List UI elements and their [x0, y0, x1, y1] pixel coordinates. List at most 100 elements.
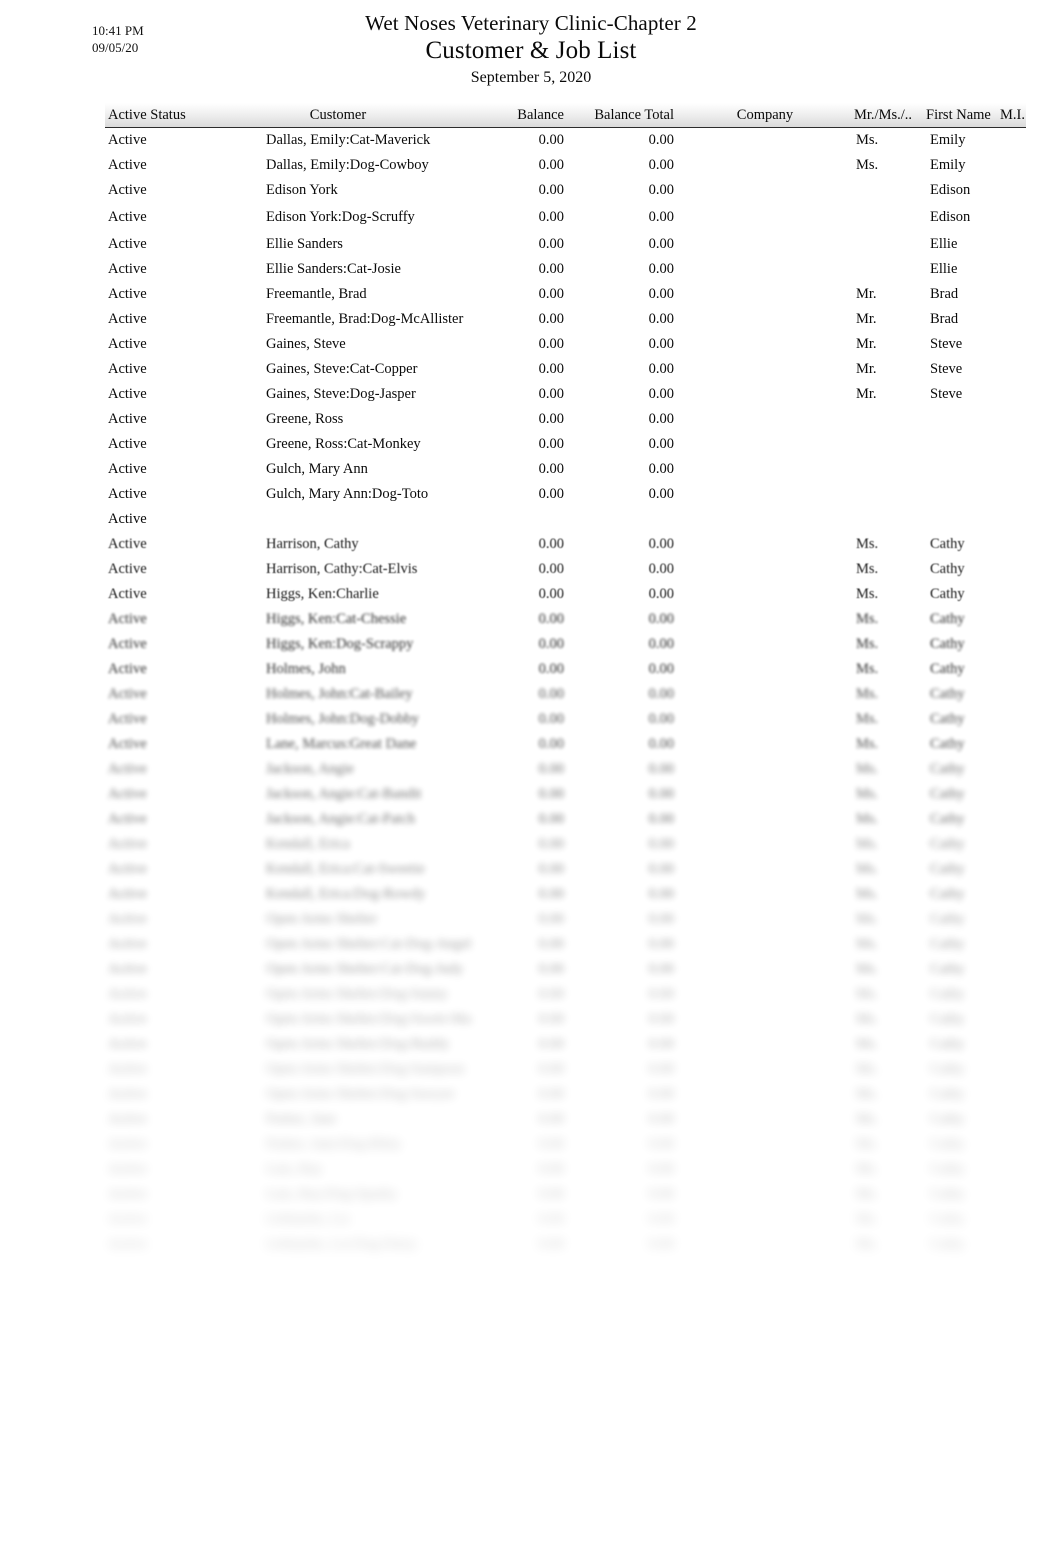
table-row[interactable]: Active Freemantle, Brad 0.00 0.00 Mr. Brad — [105, 282, 1026, 307]
cell-mi — [992, 1057, 1026, 1082]
cell-customer: Luis, Ray — [266, 1161, 323, 1177]
cell-customer: Harrison, Cathy:Cat-Elvis — [266, 561, 418, 577]
cell-title: Mr. — [856, 286, 877, 302]
cell-first: Cathy — [930, 1211, 965, 1227]
column-header-first-name[interactable]: First Name — [912, 103, 992, 128]
table-row[interactable]: Active Dallas, Emily:Dog-Cowboy 0.00 0.00 Ms… — [105, 153, 1026, 178]
cell-first: Cathy — [930, 611, 965, 627]
table-row[interactable]: Active Holmes, John:Dog-Dobby 0.00 0.00 Ms. C… — [105, 707, 1026, 732]
table-row[interactable]: Active Ellie Sanders:Cat-Josie 0.00 0.00 Ell… — [105, 257, 1026, 282]
table-row[interactable]: Active Parker, Jane 0.00 0.00 Ms. Cathy — [105, 1107, 1026, 1132]
cell-company — [690, 807, 840, 832]
table-row[interactable]: Active Open Arms Shelter 0.00 0.00 Ms. Cathy — [105, 907, 1026, 932]
cell-customer: Holmes, John:Dog-Dobby — [266, 711, 420, 727]
cell-customer: Greene, Ross — [266, 411, 344, 427]
table-row[interactable]: Active Open Arms Shelter:Dog-Buddy 0.00 0.0… — [105, 1032, 1026, 1057]
column-header-active-status[interactable]: Active Status — [105, 103, 204, 128]
cell-status: Active — [108, 486, 147, 502]
cell-title: Ms. — [856, 561, 879, 577]
cell-title — [840, 482, 912, 507]
table-row[interactable]: Active Greene, Ross:Cat-Monkey 0.00 0.00 — [105, 432, 1026, 457]
cell-baltotal: 0.00 — [648, 586, 674, 602]
cell-baltotal: 0.00 — [648, 661, 674, 677]
cell-mi — [992, 657, 1026, 682]
cell-title: Ms. — [856, 661, 879, 677]
table-row[interactable]: Active Gaines, Steve:Cat-Copper 0.00 0.00 Mr… — [105, 357, 1026, 382]
table-row[interactable]: Active Gaines, Steve 0.00 0.00 Mr. Steve — [105, 332, 1026, 357]
column-header-balance-total[interactable]: Balance Total — [570, 103, 690, 128]
column-header-middle-initial[interactable]: M.I. — [992, 103, 1026, 128]
cell-baltotal: 0.00 — [648, 209, 674, 225]
table-row[interactable]: Active — [105, 507, 1026, 532]
table-row[interactable]: Active Lane, Marcus:Great Dane 0.00 0.00 Ms.… — [105, 732, 1026, 757]
cell-mi — [992, 382, 1026, 407]
cell-company — [690, 1232, 840, 1257]
table-row[interactable]: Active Gulch, Mary Ann:Dog-Toto 0.00 0.00 — [105, 482, 1026, 507]
cell-baltotal: 0.00 — [648, 786, 674, 802]
cell-first: Cathy — [930, 1061, 965, 1077]
table-row[interactable]: Active Kendall, Erica 0.00 0.00 Ms. Cathy — [105, 832, 1026, 857]
cell-customer: Dallas, Emily:Dog-Cowboy — [266, 157, 429, 173]
table-row[interactable]: Active Harrison, Cathy 0.00 0.00 Ms. Cathy — [105, 532, 1026, 557]
cell-balance: 0.00 — [538, 336, 564, 352]
cell-baltotal: 0.00 — [648, 761, 674, 777]
table-row[interactable]: Active Edison York 0.00 0.00 Edison — [105, 178, 1026, 203]
table-row[interactable]: Active Kendall, Erica:Dog-Rowdy 0.00 0.00 Ms… — [105, 882, 1026, 907]
column-header-salutation[interactable]: Mr./Ms./... — [840, 103, 912, 128]
table-row[interactable]: Active Open Arms Shelter:Dog-Sampson 0.00 0… — [105, 1057, 1026, 1082]
table-row[interactable]: Active Open Arms Shelter:Cat-Dog-Judy 0.00… — [105, 957, 1026, 982]
cell-title: Ms. — [856, 761, 879, 777]
cell-baltotal: 0.00 — [648, 361, 674, 377]
table-row[interactable]: Active Jackson, Angie 0.00 0.00 Ms. Cathy — [105, 757, 1026, 782]
table-row[interactable]: Active Higgs, Ken:Charlie 0.00 0.00 Ms. Cathy — [105, 582, 1026, 607]
table-row[interactable]: Active Parker, Jane:Dog-Riley 0.00 0.00 Ms. C… — [105, 1132, 1026, 1157]
table-row[interactable]: Active Luis, Ray 0.00 0.00 Ms. Cathy — [105, 1157, 1026, 1182]
cell-status: Active — [108, 536, 147, 552]
table-row[interactable]: Active Freemantle, Brad:Dog-McAllister 0.0… — [105, 307, 1026, 332]
cell-first: Cathy — [930, 1136, 965, 1152]
cell-status: Active — [108, 1011, 147, 1027]
table-row[interactable]: Active Higgs, Ken:Cat-Chessie 0.00 0.00 Ms. C… — [105, 607, 1026, 632]
cell-company — [690, 782, 840, 807]
cell-balance: 0.00 — [538, 261, 564, 277]
table-row[interactable]: Active Open Arms Shelter:Cat-Dog-Angel 0.0… — [105, 932, 1026, 957]
cell-company — [690, 532, 840, 557]
table-row[interactable]: Active Dallas, Emily:Cat-Maverick 0.00 0.00… — [105, 128, 1026, 154]
table-row[interactable]: Active Luis, Ray:Dog-Sparky 0.00 0.00 Ms. Cat… — [105, 1182, 1026, 1207]
table-header-row: Active Status Customer Balance Balance T… — [105, 103, 1026, 128]
column-header-company[interactable]: Company — [690, 103, 840, 128]
table-row[interactable]: Active Higgs, Ken:Dog-Scrappy 0.00 0.00 Ms. C… — [105, 632, 1026, 657]
table-row[interactable]: Active Gulch, Mary Ann 0.00 0.00 — [105, 457, 1026, 482]
cell-customer: Parker, Jane:Dog-Riley — [266, 1136, 402, 1152]
table-row[interactable]: Active Greene, Ross 0.00 0.00 — [105, 407, 1026, 432]
table-row[interactable]: Active Jackson, Angie:Cat-Patch 0.00 0.00 Ms… — [105, 807, 1026, 832]
cell-mi — [992, 732, 1026, 757]
table-row[interactable]: Active Holmes, John:Cat-Bailey 0.00 0.00 Ms.… — [105, 682, 1026, 707]
table-row[interactable]: Active Edison York:Dog-Scruffy 0.00 0.00 Edi… — [105, 203, 1026, 232]
cell-status: Active — [108, 1161, 147, 1177]
table-row[interactable]: Active Open Arms Shelter:Dog-Sweet-Marie 0… — [105, 1007, 1026, 1032]
cell-balance: 0.00 — [538, 1236, 564, 1252]
cell-customer: Higgs, Ken:Charlie — [266, 586, 379, 602]
table-row[interactable]: Active Open Arms Shelter:Dog-Sunny 0.00 0.0… — [105, 982, 1026, 1007]
cell-customer: Freemantle, Brad:Dog-McAllister — [266, 311, 464, 327]
column-header-customer[interactable]: Customer — [204, 103, 472, 128]
column-header-balance[interactable]: Balance — [472, 103, 570, 128]
cell-baltotal: 0.00 — [648, 236, 674, 252]
cell-title — [840, 507, 912, 532]
cell-title: Ms. — [856, 786, 879, 802]
cell-status: Active — [108, 336, 147, 352]
table-row[interactable]: Active Jackson, Angie:Cat-Bandit 0.00 0.00 M… — [105, 782, 1026, 807]
table-row[interactable]: Active Ellie Sanders 0.00 0.00 Ellie — [105, 232, 1026, 257]
table-row[interactable]: Active Gaines, Steve:Dog-Jasper 0.00 0.00 Mr… — [105, 382, 1026, 407]
table-row[interactable]: Active Kendall, Erica:Cat-Sweetie 0.00 0.00… — [105, 857, 1026, 882]
report-body: Active Status Customer Balance Balance T… — [105, 103, 1026, 1257]
table-row[interactable]: Active Holmes, John 0.00 0.00 Ms. Cathy — [105, 657, 1026, 682]
cell-balance: 0.00 — [538, 711, 564, 727]
table-row[interactable]: Active Harrison, Cathy:Cat-Elvis 0.00 0.00 M… — [105, 557, 1026, 582]
cell-first: Cathy — [930, 1111, 965, 1127]
cell-baltotal: 0.00 — [648, 561, 674, 577]
table-row[interactable]: Active Open Arms Shelter:Dog-Sawyer 0.00 0.… — [105, 1082, 1026, 1107]
table-row[interactable]: Active Littlejohn, Liz 0.00 0.00 Ms. Cathy — [105, 1207, 1026, 1232]
table-row[interactable]: Active Littlejohn, Liz:Dog-Daisy 0.00 0.00 M… — [105, 1232, 1026, 1257]
